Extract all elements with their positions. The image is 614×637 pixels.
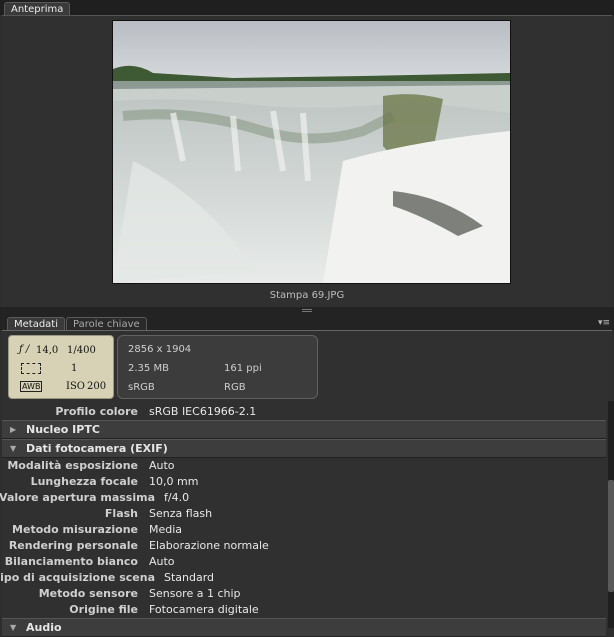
metadata-panel: ƒ / 14,0 1/400 1 AWB ISO 200 2856 x 1904… <box>0 330 612 637</box>
collapse-icon[interactable]: ▼ <box>10 440 16 457</box>
metadata-tab-bar: Metadati Parole chiave <box>0 315 614 331</box>
row-value: Auto <box>149 555 175 568</box>
row-value: Fotocamera digitale <box>149 603 259 616</box>
metadata-row: Rendering personale Elaborazione normale <box>2 538 606 554</box>
preview-caption: Stampa 69.JPG <box>269 290 345 301</box>
file-size-value: 2.35 MB <box>128 363 169 374</box>
color-mode-value: RGB <box>224 382 246 393</box>
row-label: Rendering personale <box>8 539 138 552</box>
metadata-row: Metodo sensore Sensore a 1 chip <box>2 586 606 602</box>
metadata-row: Origine file Fotocamera digitale <box>2 602 606 618</box>
row-value: Standard <box>164 571 215 584</box>
row-value: sRGB IEC61966-2.1 <box>149 405 257 418</box>
preview-image[interactable] <box>112 20 511 284</box>
metadata-row-profilo-colore: Profilo colore sRGB IEC61966-2.1 <box>2 404 606 420</box>
row-value: Auto <box>149 459 175 472</box>
row-value: Media <box>149 523 183 536</box>
row-label: Origine file <box>69 603 138 616</box>
section-nucleo-iptc[interactable]: ▶ Nucleo IPTC <box>2 420 606 439</box>
metering-icon <box>21 363 41 374</box>
waterfall-image <box>113 21 510 283</box>
aperture-value: 14,0 <box>36 345 59 356</box>
preview-panel: Stampa 69.JPG <box>2 15 612 308</box>
row-label: Valore apertura massima <box>0 491 155 504</box>
row-label: Tipo di acquisizione scena <box>0 571 155 584</box>
section-title: Dati fotocamera (EXIF) <box>26 442 168 455</box>
metadata-list: Profilo colore sRGB IEC61966-2.1 ▶ Nucle… <box>0 404 606 637</box>
section-exif[interactable]: ▼ Dati fotocamera (EXIF) <box>2 439 606 458</box>
metadata-row: Lunghezza focale 10,0 mm <box>2 474 606 490</box>
tab-parole-chiave[interactable]: Parole chiave <box>66 317 147 331</box>
row-value: f/4.0 <box>164 491 190 504</box>
panel-menu-icon[interactable]: ▾≡ <box>598 318 610 328</box>
row-value: 10,0 mm <box>149 475 199 488</box>
camera-data-box: ƒ / 14,0 1/400 1 AWB ISO 200 <box>8 335 114 399</box>
metadata-row: Valore apertura massima f/4.0 <box>0 490 606 506</box>
iso-label: ISO <box>66 381 85 392</box>
expand-icon[interactable]: ▶ <box>10 421 16 438</box>
dimensions-value: 2856 x 1904 <box>128 344 192 355</box>
metadata-row: Tipo di acquisizione scena Standard <box>0 570 606 586</box>
row-value: Elaborazione normale <box>149 539 269 552</box>
shutter-value: 1/400 <box>67 345 96 356</box>
row-label: Metodo sensore <box>38 587 138 600</box>
row-label: Profilo colore <box>55 405 138 418</box>
tab-anteprima[interactable]: Anteprima <box>4 2 71 16</box>
row-value: Sensore a 1 chip <box>149 587 241 600</box>
file-data-box: 2856 x 1904 2.35 MB 161 ppi sRGB RGB <box>117 335 318 399</box>
metadata-row: Bilanciamento bianco Auto <box>2 554 606 570</box>
row-label: Metodo misurazione <box>12 523 138 536</box>
row-label: Lunghezza focale <box>30 475 138 488</box>
exposure-value: 1 <box>71 363 78 374</box>
scrollbar-thumb[interactable] <box>608 480 614 592</box>
row-label: Modalità esposizione <box>7 459 138 472</box>
aperture-icon: ƒ / <box>19 344 30 355</box>
splitter-grip-icon[interactable] <box>302 309 312 312</box>
metadata-row: Flash Senza flash <box>2 506 606 522</box>
iso-value: 200 <box>87 381 107 392</box>
panel-splitter[interactable] <box>0 307 614 315</box>
metadata-row: Modalità esposizione Auto <box>2 458 606 474</box>
color-profile-value: sRGB <box>128 382 155 393</box>
row-label: Flash <box>104 507 138 520</box>
row-value: Senza flash <box>149 507 213 520</box>
metadata-row: Metodo misurazione Media <box>2 522 606 538</box>
top-tab-bar: Anteprima <box>0 0 614 16</box>
awb-icon: AWB <box>20 381 43 392</box>
section-title: Nucleo IPTC <box>26 423 100 436</box>
tab-metadati[interactable]: Metadati <box>7 317 66 331</box>
row-label: Bilanciamento bianco <box>4 555 138 568</box>
resolution-value: 161 ppi <box>224 363 262 374</box>
